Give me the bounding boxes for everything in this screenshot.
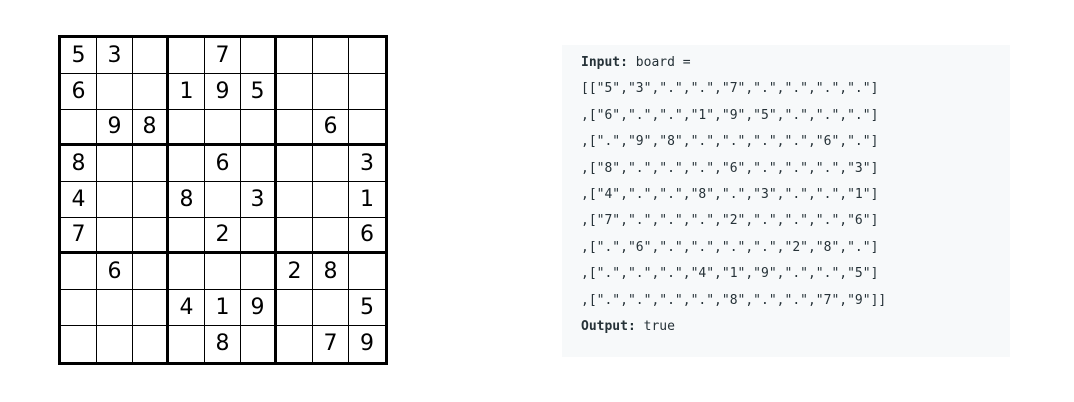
sudoku-cell (241, 218, 277, 254)
sudoku-cell (349, 254, 385, 290)
sudoku-cell (241, 146, 277, 182)
sudoku-cell (241, 326, 277, 362)
sudoku-cell: 8 (133, 110, 169, 146)
sudoku-cell (97, 218, 133, 254)
sudoku-cell (277, 146, 313, 182)
sudoku-cell (313, 182, 349, 218)
sudoku-cell: 6 (313, 110, 349, 146)
sudoku-cell (277, 326, 313, 362)
sudoku-cell (133, 38, 169, 74)
sudoku-cell: 3 (97, 38, 133, 74)
output-label: Output: (581, 318, 636, 334)
sudoku-cell: 6 (205, 146, 241, 182)
sudoku-cell: 1 (205, 290, 241, 326)
example-code-block: Input: board = [["5","3",".",".","7","."… (562, 45, 1010, 357)
sudoku-cell (61, 110, 97, 146)
sudoku-cell: 6 (61, 74, 97, 110)
sudoku-board: 537619598686348317266284195879 (58, 35, 388, 365)
sudoku-cell (313, 218, 349, 254)
sudoku-cell: 6 (97, 254, 133, 290)
sudoku-cell (169, 326, 205, 362)
sudoku-cell: 9 (241, 290, 277, 326)
sudoku-cell: 3 (241, 182, 277, 218)
board-line: ,[".",".",".","4","1","9",".",".","5"] (581, 266, 879, 282)
sudoku-cell: 5 (61, 38, 97, 74)
sudoku-cell: 2 (277, 254, 313, 290)
sudoku-cell (205, 182, 241, 218)
sudoku-cell: 8 (313, 254, 349, 290)
sudoku-cell (133, 254, 169, 290)
input-label: Input: (581, 55, 628, 70)
sudoku-cell: 2 (205, 218, 241, 254)
sudoku-cell (97, 182, 133, 218)
sudoku-cell (313, 290, 349, 326)
sudoku-cell: 1 (349, 182, 385, 218)
sudoku-cell (97, 146, 133, 182)
sudoku-cell (277, 290, 313, 326)
sudoku-cell (277, 218, 313, 254)
sudoku-cell: 5 (241, 74, 277, 110)
sudoku-cell: 4 (169, 290, 205, 326)
input-line: Input: board = (581, 50, 1010, 76)
sudoku-cell: 7 (205, 38, 241, 74)
sudoku-cell (241, 110, 277, 146)
sudoku-cell (205, 110, 241, 146)
sudoku-cell (349, 110, 385, 146)
sudoku-cell (169, 218, 205, 254)
board-line: ,["6",".",".","1","9","5",".",".","."] (581, 107, 879, 123)
sudoku-cell (97, 74, 133, 110)
sudoku-cell (133, 218, 169, 254)
sudoku-cell: 8 (169, 182, 205, 218)
sudoku-cell (277, 38, 313, 74)
sudoku-cell (313, 146, 349, 182)
sudoku-cell (133, 326, 169, 362)
sudoku-cell (61, 254, 97, 290)
board-line: ,["7",".",".",".","2",".",".",".","6"] (581, 213, 879, 229)
sudoku-cell (169, 38, 205, 74)
sudoku-cell (61, 290, 97, 326)
sudoku-cell: 9 (360, 331, 374, 356)
sudoku-cell (349, 38, 385, 74)
output-text: true (635, 318, 675, 334)
sudoku-cell: 8 (61, 146, 97, 182)
board-line: ,["4",".",".","8",".","3",".",".","1"] (581, 186, 879, 202)
sudoku-cell (205, 254, 241, 290)
sudoku-cell (169, 110, 205, 146)
sudoku-cell (133, 290, 169, 326)
board-line: ,["8",".",".",".","6",".",".",".","3"] (581, 160, 879, 176)
sudoku-cell: 4 (61, 182, 97, 218)
sudoku-cell (61, 326, 97, 362)
sudoku-cell: 9 (97, 110, 133, 146)
sudoku-cell: 1 (169, 74, 205, 110)
sudoku-cell (241, 254, 277, 290)
sudoku-cell (169, 146, 205, 182)
sudoku-cell: 7 (313, 326, 349, 362)
sudoku-cell (133, 146, 169, 182)
sudoku-cell (133, 182, 169, 218)
sudoku-cell (133, 74, 169, 110)
sudoku-cell: 8 (205, 326, 241, 362)
sudoku-cell (277, 74, 313, 110)
sudoku-cell (313, 74, 349, 110)
sudoku-cell (241, 38, 277, 74)
sudoku-cell (313, 38, 349, 74)
input-text: board = (627, 55, 691, 70)
sudoku-cell: 9 (205, 74, 241, 110)
board-line: ,[".","6",".",".",".",".","2","8","."] (581, 239, 879, 255)
sudoku-cell: 5 (349, 290, 385, 326)
sudoku-cell (97, 326, 133, 362)
board-line: ,[".","9","8",".",".",".",".","6","."] (581, 134, 879, 150)
sudoku-cell (97, 290, 133, 326)
sudoku-cell: 7 (61, 218, 97, 254)
output-line: Output: true (581, 314, 1010, 340)
sudoku-cell (277, 110, 313, 146)
sudoku-cell (349, 74, 385, 110)
board-line: ,[".",".",".",".","8",".",".","7","9"]] (581, 292, 887, 308)
sudoku-cell: 6 (349, 218, 385, 254)
board-line: [["5","3",".",".","7",".",".",".","."] (581, 81, 879, 97)
sudoku-cell (169, 254, 205, 290)
sudoku-cell (277, 182, 313, 218)
sudoku-cell: 3 (349, 146, 385, 182)
